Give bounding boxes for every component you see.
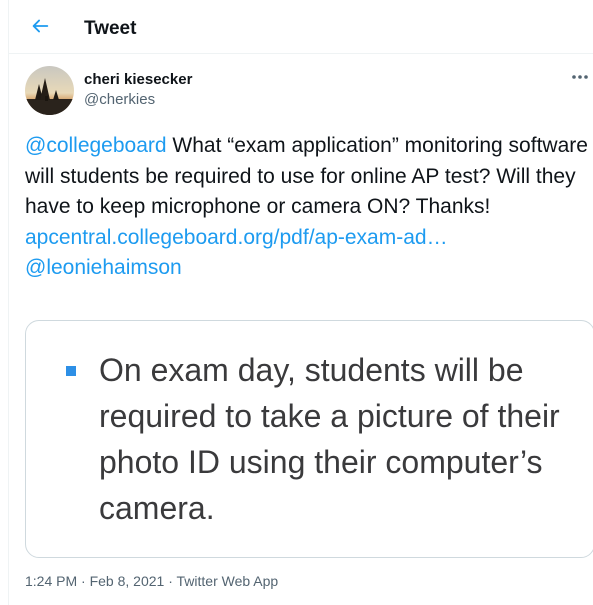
more-options-button[interactable] (569, 66, 591, 88)
tweet-detail-panel: Tweet cheri kiesecker @cherkies @college… (8, 0, 593, 605)
media-caption-text: On exam day, students will be required t… (99, 352, 560, 526)
back-arrow-icon (32, 19, 49, 33)
more-dots-icon (572, 75, 588, 79)
tweet-media-image[interactable]: On exam day, students will be required t… (25, 320, 593, 558)
avatar-photo (25, 66, 74, 115)
tweet-meta: 1:24 PM · Feb 8, 2021 · Twitter Web App (25, 572, 278, 590)
meta-separator: · (77, 573, 90, 589)
author-handle[interactable]: @cherkies (84, 90, 155, 109)
tweet-time[interactable]: 1:24 PM (25, 573, 77, 589)
meta-separator-2: · (164, 573, 177, 589)
tweet-source[interactable]: Twitter Web App (177, 573, 279, 589)
url-link[interactable]: apcentral.collegeboard.org/pdf/ap-exam-a… (25, 226, 448, 249)
page-title: Tweet (84, 18, 137, 39)
mention-link-2[interactable]: @leoniehaimson (25, 256, 182, 279)
mention-link[interactable]: @collegeboard (25, 134, 167, 157)
avatar[interactable] (25, 66, 74, 115)
back-button[interactable] (27, 13, 53, 39)
tweet-date[interactable]: Feb 8, 2021 (90, 573, 165, 589)
top-bar: Tweet (9, 0, 593, 54)
tweet-text: @collegeboard What “exam application” mo… (25, 131, 593, 284)
author-display-name[interactable]: cheri kiesecker (84, 70, 192, 89)
bullet-marker (66, 366, 76, 376)
